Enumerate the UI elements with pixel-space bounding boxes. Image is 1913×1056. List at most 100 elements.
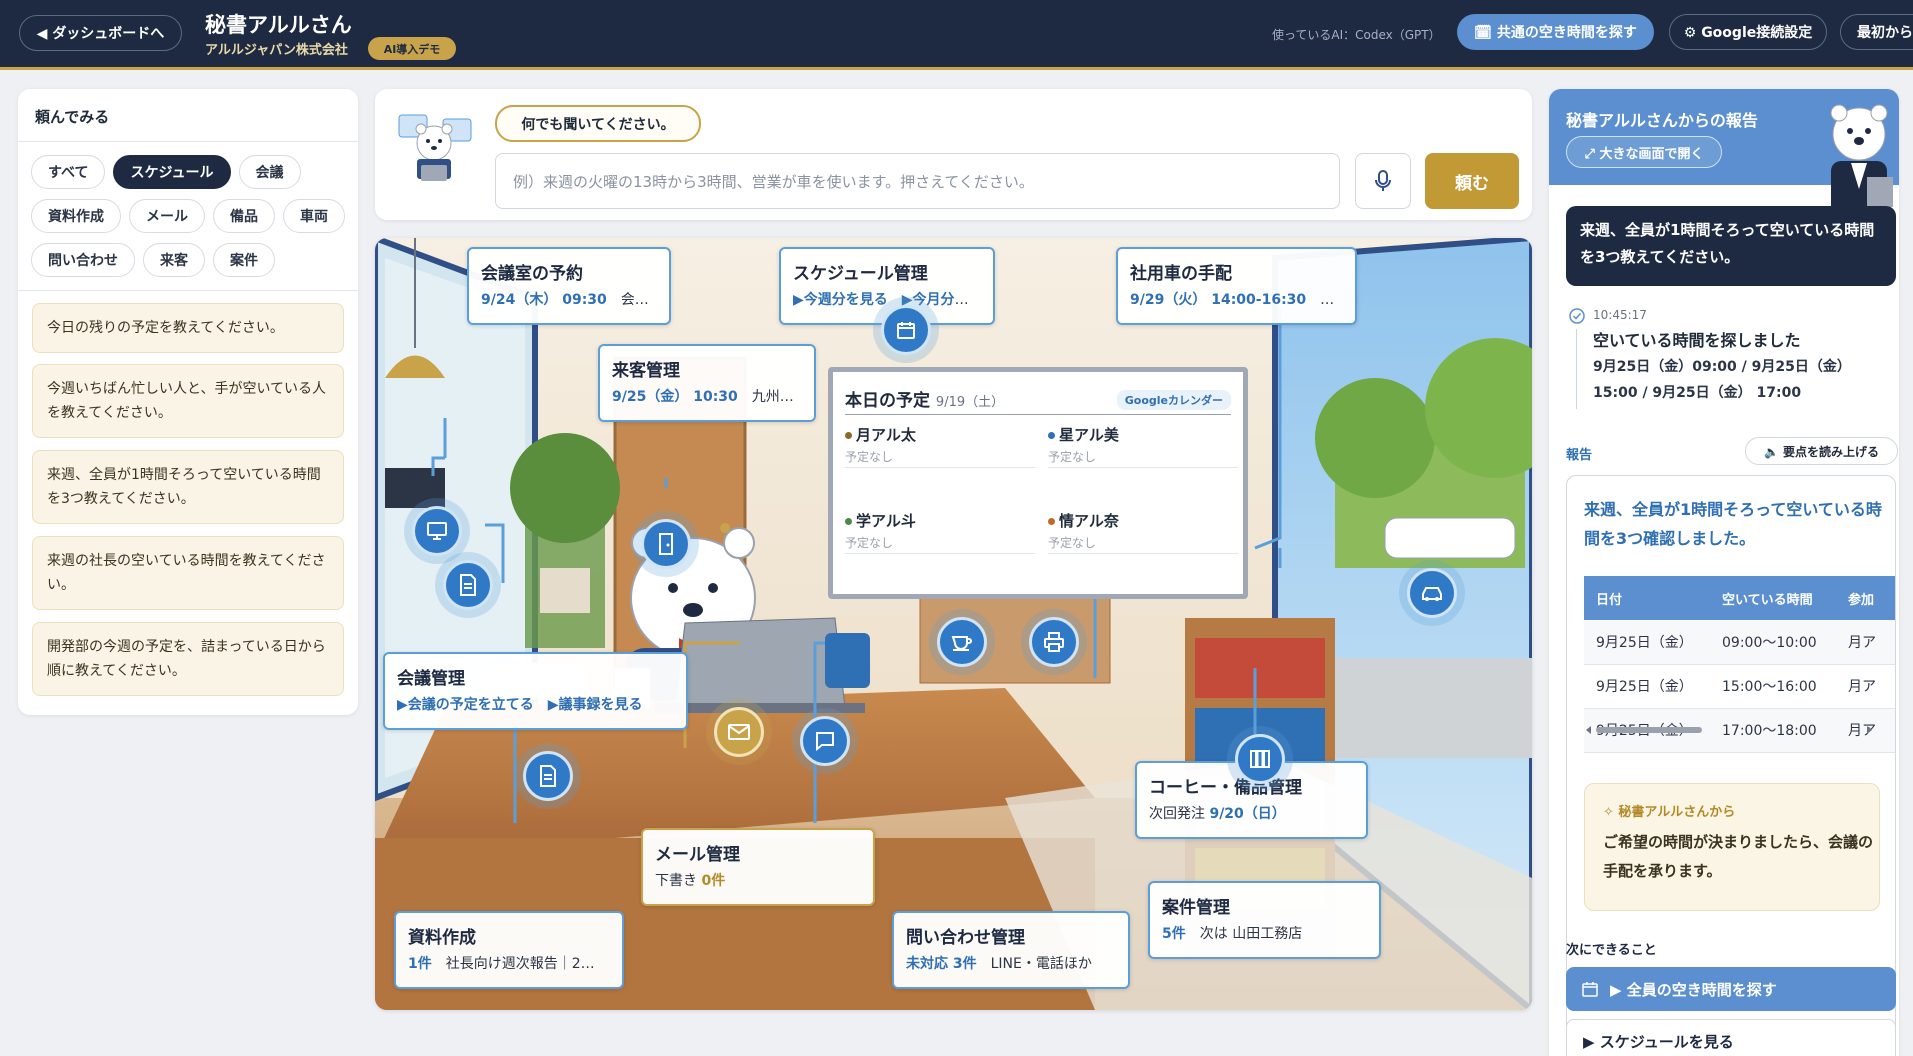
card-count: 1件	[408, 956, 432, 972]
visitor-hotspot[interactable]	[641, 519, 691, 569]
chip-vehicle[interactable]: 車両	[283, 199, 345, 233]
person-dot	[845, 518, 852, 525]
docs-hotspot[interactable]	[523, 751, 573, 801]
chip-meeting[interactable]: 会議	[238, 155, 301, 189]
timeline-time: 10:45:17	[1593, 308, 1647, 322]
monitor-icon	[427, 522, 447, 540]
chip-inquiry[interactable]: 問い合わせ	[31, 243, 135, 277]
table-scrollbar[interactable]	[1584, 724, 1874, 736]
board-person: 学アル斗 予定なし	[845, 510, 1035, 554]
suggestion-item[interactable]: 今日の残りの予定を教えてください。	[32, 303, 344, 353]
chip-project[interactable]: 案件	[213, 243, 275, 277]
project-hotspot[interactable]	[1235, 734, 1285, 784]
chip-mail[interactable]: メール	[129, 199, 205, 233]
note-body: ご希望の時間が決まりましたら、会議の手配を承ります。	[1603, 833, 1874, 880]
google-calendar-badge: Googleカレンダー	[1116, 390, 1231, 410]
view-schedule-button[interactable]: ▶ スケジュールを見る	[1566, 1019, 1896, 1056]
back-to-dashboard-button[interactable]: ◀ ダッシュボードへ	[19, 15, 182, 51]
meeting-management-card[interactable]: 会議管理 ▶会議の予定を立てる ▶議事録を見る	[383, 652, 688, 730]
person-dot	[1048, 432, 1055, 439]
open-large-view-button[interactable]: ⤢ 大きな画面で開く	[1566, 136, 1722, 168]
office-scene: 会議室の予約 9/24（木） 09:30 会議室A スケジュール管理 ▶今週分を…	[375, 238, 1532, 1010]
card-subtitle: 下書き 0件	[655, 870, 861, 890]
google-settings-button[interactable]: ⚙ Google接続設定	[1669, 14, 1827, 50]
visitor-card[interactable]: 来客管理 9/25（金） 10:30 九州…	[598, 344, 816, 422]
meeting-room-hotspot[interactable]	[412, 506, 462, 556]
card-links: ▶今週分を見る▶今月分を見る	[793, 289, 981, 309]
person-name-text: 情アル奈	[1059, 512, 1119, 530]
next-actions-label: 次にできること	[1566, 943, 1657, 958]
plan-meeting-link[interactable]: ▶会議の予定を立てる	[397, 697, 534, 713]
chip-schedule[interactable]: スケジュール	[113, 155, 231, 189]
top-bar: ◀ ダッシュボードへ 秘書アルルさん アルルジャパン株式会社 AI導入デモ 使っ…	[0, 0, 1913, 70]
table-cell: 9月25日（金）	[1584, 664, 1710, 709]
card-links: ▶会議の予定を立てる ▶議事録を見る	[397, 694, 674, 714]
card-title: メール管理	[655, 845, 740, 865]
meeting-docs-hotspot[interactable]	[443, 560, 493, 610]
card-subtitle: 9/24（木） 09:30 会議室A	[481, 289, 657, 309]
person-note: 予定なし	[845, 450, 894, 464]
table-cell: 月ア	[1836, 620, 1895, 665]
chip-supplies[interactable]: 備品	[213, 199, 275, 233]
person-name-text: 星アル美	[1059, 426, 1119, 444]
card-detail: 下書き	[655, 873, 697, 889]
report-panel: 秘書アルルさんからの報告 ⤢ 大きな画面で開く 来週、全員が1時間そろって空いて…	[1549, 89, 1899, 1056]
find-common-free-time-button[interactable]: 🗓 共通の空き時間を探す	[1457, 14, 1654, 50]
suggestion-item[interactable]: 開発部の今週の予定を、詰まっている日から順に教えてください。	[32, 622, 344, 696]
meeting-room-card[interactable]: 会議室の予約 9/24（木） 09:30 会議室A	[467, 247, 671, 325]
view-minutes-link[interactable]: ▶議事録を見る	[548, 697, 643, 713]
divider	[845, 414, 1231, 415]
secretary-note: ✧ 秘書アルルさんから ご希望の時間が決まりましたら、会議の手配を承ります。	[1584, 783, 1880, 911]
restart-button[interactable]: 最初から	[1840, 14, 1913, 50]
suggestion-item[interactable]: 来週の社長の空いている時間を教えてください。	[32, 536, 344, 610]
docs-card[interactable]: 資料作成 1件 社長向け週次報告｜2…	[394, 911, 624, 989]
card-subtitle: 1件 社長向け週次報告｜2…	[408, 953, 610, 973]
mail-card[interactable]: メール管理 下書き 0件	[641, 828, 875, 906]
person-dot	[1048, 518, 1055, 525]
car-hotspot[interactable]	[1407, 568, 1457, 618]
card-subtitle: 5件 次は 山田工務店	[1162, 923, 1367, 943]
polar-bear-avatar-icon	[398, 114, 472, 181]
board-person: 月アル太 予定なし	[845, 424, 1035, 468]
inquiry-card[interactable]: 問い合わせ管理 未対応 3件 LINE・電話ほか	[892, 911, 1130, 989]
coffee-hotspot[interactable]	[937, 617, 987, 667]
divider	[18, 141, 358, 142]
ask-submit-button[interactable]: 頼む	[1425, 153, 1519, 209]
printer-hotspot[interactable]	[1029, 617, 1079, 667]
read-aloud-button[interactable]: 🔈 要点を読み上げる	[1745, 437, 1898, 465]
inquiry-hotspot[interactable]	[800, 716, 850, 766]
ask-panel: 何でも聞いてください。 例）来週の火曜の13時から3時間、営業が車を使います。押…	[375, 89, 1532, 220]
car-booking-card[interactable]: 社用車の手配 9/29（火） 14:00-16:30 …	[1116, 247, 1357, 325]
mail-hotspot[interactable]	[714, 707, 764, 757]
suggestion-panel-title: 頼んでみる	[35, 108, 110, 126]
demo-badge: AI導入デモ	[368, 37, 456, 60]
binders-icon	[1250, 750, 1270, 768]
mic-button[interactable]	[1355, 153, 1411, 209]
timeline-title: 空いている時間を探しました	[1593, 331, 1801, 350]
query-input[interactable]: 例）来週の火曜の13時から3時間、営業が車を使います。押さえてください。	[495, 153, 1340, 209]
app-title: 秘書アルルさん	[205, 13, 352, 37]
project-card[interactable]: 案件管理 5件 次は 山田工務店	[1148, 881, 1381, 959]
card-detail: 次は 山田工務店	[1199, 926, 1303, 942]
today-schedule-board[interactable]: 本日の予定 9/19（土） Googleカレンダー 月アル太 予定なし 星アル美…	[828, 367, 1248, 599]
card-date: 9/29（火） 14:00-16:30	[1130, 292, 1307, 308]
suggestion-item[interactable]: 今週いちばん忙しい人と、手が空いている人を教えてください。	[32, 364, 344, 438]
schedule-hotspot[interactable]	[881, 305, 931, 355]
card-title: 資料作成	[408, 928, 476, 948]
report-section-label: 報告	[1566, 448, 1593, 463]
card-title: スケジュール管理	[793, 264, 928, 284]
car-icon	[1422, 587, 1442, 601]
card-title: 来客管理	[612, 361, 680, 381]
card-title: 会議管理	[397, 669, 465, 689]
board-person: 星アル美 予定なし	[1048, 424, 1238, 468]
person-note: 予定なし	[1048, 450, 1097, 464]
chip-all[interactable]: すべて	[31, 155, 106, 189]
chip-visitor[interactable]: 来客	[143, 243, 205, 277]
card-date: 9/24（木） 09:30	[481, 292, 607, 308]
find-all-free-time-button[interactable]: ▶ 全員の空き時間を探す	[1566, 967, 1896, 1011]
chip-docs[interactable]: 資料作成	[31, 199, 121, 233]
coffee-cup-icon	[951, 636, 972, 651]
calendar-icon	[1582, 982, 1598, 997]
suggestion-item[interactable]: 来週、全員が1時間そろって空いている時間を3つ教えてください。	[32, 450, 344, 524]
view-this-week-link[interactable]: ▶今週分を見る	[793, 292, 888, 308]
